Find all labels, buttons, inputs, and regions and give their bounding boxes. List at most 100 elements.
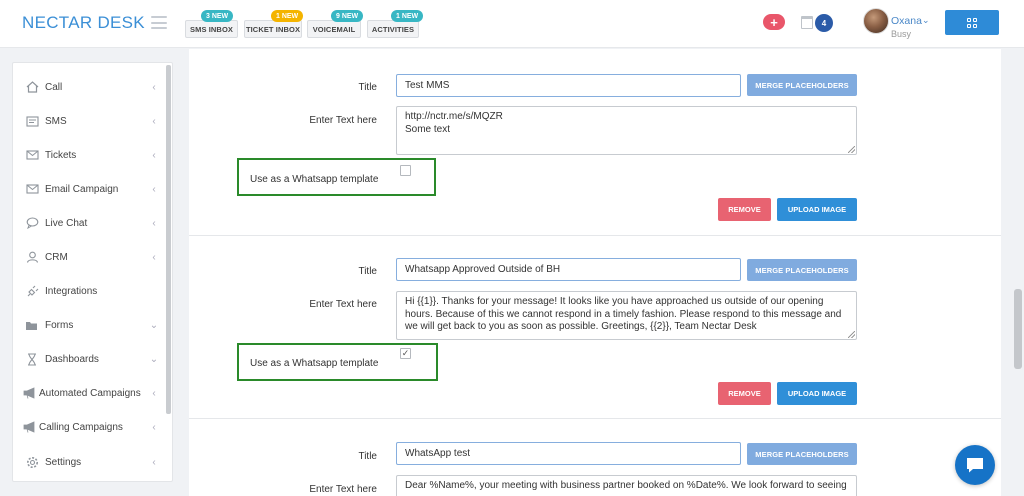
activities-label: ACTIVITIES bbox=[371, 24, 415, 34]
templates-panel: Title Test MMS MERGE PLACEHOLDERS Enter … bbox=[189, 49, 1001, 496]
merge-placeholders-button[interactable]: MERGE PLACEHOLDERS bbox=[747, 74, 857, 96]
calendar-count-badge: 4 bbox=[815, 14, 833, 32]
user-icon bbox=[25, 250, 39, 264]
activities-badge: 1 NEW bbox=[391, 10, 424, 22]
merge-placeholders-button[interactable]: MERGE PLACEHOLDERS bbox=[747, 443, 857, 465]
apps-grid-button[interactable] bbox=[945, 10, 999, 35]
ticket-icon bbox=[25, 148, 39, 162]
title-label: Title bbox=[358, 451, 377, 462]
voicemail-label: VOICEMAIL bbox=[312, 24, 356, 34]
sidebar-item-label: Settings bbox=[45, 456, 82, 468]
voicemail-badge: 9 NEW bbox=[331, 10, 364, 22]
chevron-left-icon: ‹ bbox=[152, 217, 156, 229]
top-header: NECTAR DESK SMS INBOX 3 NEW TICKET INBOX… bbox=[0, 0, 1024, 48]
sidebar-item-tickets[interactable]: Tickets ‹ bbox=[13, 144, 163, 166]
calendar-icon[interactable] bbox=[801, 16, 813, 29]
ticket-inbox-button[interactable]: TICKET INBOX bbox=[244, 20, 302, 38]
resize-grip-icon[interactable] bbox=[848, 146, 855, 153]
add-new-button[interactable]: + bbox=[763, 14, 785, 30]
title-input[interactable]: WhatsApp test bbox=[396, 442, 741, 465]
chevron-left-icon: ‹ bbox=[152, 81, 156, 93]
voicemail-button[interactable]: VOICEMAIL bbox=[307, 20, 361, 38]
sidebar-item-email-campaign[interactable]: Email Campaign ‹ bbox=[13, 178, 163, 200]
message-textarea[interactable]: http://nctr.me/s/MQZR Some text bbox=[396, 106, 857, 155]
message-textarea[interactable]: Dear %Name%, your meeting with business … bbox=[396, 475, 857, 496]
sidebar-item-label: Live Chat bbox=[45, 217, 88, 229]
mail-icon bbox=[25, 182, 39, 196]
title-label: Title bbox=[358, 266, 377, 277]
ticket-inbox-label: TICKET INBOX bbox=[245, 24, 301, 34]
sidebar-item-automated-campaigns[interactable]: Automated Campaigns ‹ bbox=[13, 382, 163, 404]
folder-icon bbox=[25, 318, 39, 332]
sidebar-item-label: Calling Campaigns bbox=[39, 421, 123, 433]
title-input[interactable]: Whatsapp Approved Outside of BH bbox=[396, 258, 741, 281]
activities-button[interactable]: ACTIVITIES bbox=[367, 20, 419, 38]
message-text: http://nctr.me/s/MQZR Some text bbox=[405, 111, 503, 135]
megaphone-icon bbox=[23, 420, 37, 434]
sidebar-item-label: Email Campaign bbox=[45, 183, 119, 195]
enter-text-label: Enter Text here bbox=[309, 299, 377, 310]
upload-image-button[interactable]: UPLOAD IMAGE bbox=[777, 198, 857, 221]
sms-inbox-button[interactable]: SMS INBOX bbox=[185, 20, 238, 38]
sidebar-item-sms[interactable]: SMS ‹ bbox=[13, 110, 163, 132]
chat-bubble-icon bbox=[25, 216, 39, 230]
resize-grip-icon[interactable] bbox=[848, 331, 855, 338]
sidebar-item-calling-campaigns[interactable]: Calling Campaigns ‹ bbox=[13, 416, 163, 438]
ticket-inbox-badge: 1 NEW bbox=[271, 10, 304, 22]
page-scrollbar-thumb[interactable] bbox=[1014, 289, 1022, 369]
title-input[interactable]: Test MMS bbox=[396, 74, 741, 97]
merge-placeholders-button[interactable]: MERGE PLACEHOLDERS bbox=[747, 259, 857, 281]
sidebar-item-label: Forms bbox=[45, 319, 74, 331]
chevron-left-icon: ‹ bbox=[152, 251, 156, 263]
sidebar-item-forms[interactable]: Forms ⌄ bbox=[13, 314, 163, 336]
sidebar-nav: Call ‹ SMS ‹ Tickets ‹ Email Campaign ‹ … bbox=[12, 62, 173, 482]
user-name[interactable]: Oxana bbox=[891, 15, 922, 27]
whatsapp-template-checkbox[interactable] bbox=[400, 165, 411, 176]
chevron-down-icon: ⌄ bbox=[149, 353, 159, 365]
sidebar-item-dashboards[interactable]: Dashboards ⌄ bbox=[13, 348, 163, 370]
chevron-left-icon: ‹ bbox=[152, 421, 156, 433]
message-textarea[interactable]: Hi {{1}}. Thanks for your message! It lo… bbox=[396, 291, 857, 340]
chevron-left-icon: ‹ bbox=[152, 149, 156, 161]
chevron-down-icon[interactable]: ⌄ bbox=[922, 15, 930, 26]
remove-button[interactable]: REMOVE bbox=[718, 198, 771, 221]
section-divider bbox=[189, 418, 1001, 419]
plug-icon bbox=[25, 284, 39, 298]
gear-icon bbox=[25, 455, 39, 469]
menu-toggle-icon[interactable] bbox=[151, 16, 167, 29]
sms-inbox-badge: 3 NEW bbox=[201, 10, 234, 22]
user-status: Busy bbox=[891, 29, 912, 39]
whatsapp-template-checkbox[interactable]: ✓ bbox=[400, 348, 411, 359]
hourglass-icon bbox=[25, 352, 39, 366]
chat-bubble-icon bbox=[967, 458, 983, 473]
avatar[interactable] bbox=[863, 8, 889, 34]
enter-text-label: Enter Text here bbox=[309, 115, 377, 126]
upload-image-button[interactable]: UPLOAD IMAGE bbox=[777, 382, 857, 405]
title-label: Title bbox=[358, 82, 377, 93]
home-icon bbox=[25, 80, 39, 94]
sidebar-item-settings[interactable]: Settings ‹ bbox=[13, 451, 163, 473]
live-chat-launcher-button[interactable] bbox=[955, 445, 995, 485]
chevron-left-icon: ‹ bbox=[152, 115, 156, 127]
sidebar-item-integrations[interactable]: Integrations bbox=[13, 280, 163, 302]
message-text: Hi {{1}}. Thanks for your message! It lo… bbox=[405, 296, 845, 332]
whatsapp-template-label: Use as a Whatsapp template bbox=[250, 174, 379, 185]
sidebar-item-live-chat[interactable]: Live Chat ‹ bbox=[13, 212, 163, 234]
page-scrollbar-track[interactable] bbox=[1012, 49, 1024, 496]
sidebar-item-crm[interactable]: CRM ‹ bbox=[13, 246, 163, 268]
chevron-down-icon: ⌄ bbox=[149, 319, 159, 331]
sidebar-item-call[interactable]: Call ‹ bbox=[13, 76, 163, 98]
enter-text-label: Enter Text here bbox=[309, 484, 377, 495]
app-logo[interactable]: NECTAR DESK bbox=[22, 13, 145, 33]
megaphone-icon bbox=[23, 386, 37, 400]
sms-inbox-label: SMS INBOX bbox=[190, 24, 233, 34]
sidebar-scrollbar[interactable] bbox=[166, 65, 171, 414]
grid-icon bbox=[967, 17, 977, 28]
sms-icon bbox=[25, 114, 39, 128]
sidebar-item-label: CRM bbox=[45, 251, 68, 263]
section-divider bbox=[189, 235, 1001, 236]
remove-button[interactable]: REMOVE bbox=[718, 382, 771, 405]
sidebar-item-label: Call bbox=[45, 81, 63, 93]
sidebar-item-label: Dashboards bbox=[45, 353, 99, 365]
chevron-left-icon: ‹ bbox=[152, 456, 156, 468]
